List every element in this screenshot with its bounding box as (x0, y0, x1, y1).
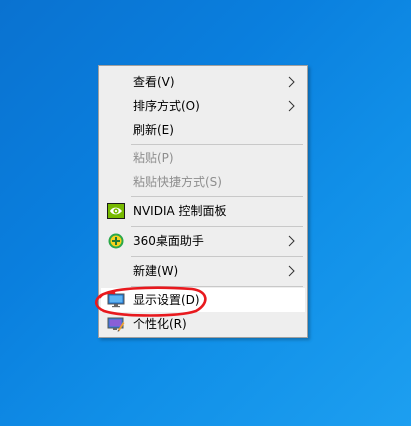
menu-item-label: 刷新(E) (133, 123, 174, 137)
chevron-right-icon (288, 235, 295, 247)
chevron-right-icon (288, 265, 295, 277)
nvidia-icon (107, 203, 125, 219)
360-desktop-assistant-icon (108, 233, 124, 249)
menu-item-label: 排序方式(O) (133, 99, 200, 113)
menu-item-sort-by[interactable]: 排序方式(O) (101, 94, 305, 118)
menu-item-label: 个性化(R) (133, 317, 187, 331)
menu-separator (131, 286, 303, 287)
menu-item-personalize[interactable]: 个性化(R) (101, 312, 305, 336)
personalize-icon (107, 317, 125, 332)
menu-item-nvidia-control-panel[interactable]: NVIDIA 控制面板 (101, 199, 305, 223)
menu-item-label: 360桌面助手 (133, 234, 204, 248)
menu-item-paste: 粘贴(P) (101, 146, 305, 170)
chevron-right-icon (288, 100, 295, 112)
menu-item-label: 查看(V) (133, 75, 175, 89)
display-settings-icon (107, 293, 125, 308)
desktop-background[interactable]: 查看(V) 排序方式(O) 刷新(E) 粘贴(P) 粘贴快捷方式(S) NVID… (0, 0, 411, 426)
menu-item-refresh[interactable]: 刷新(E) (101, 118, 305, 142)
chevron-right-icon (288, 76, 295, 88)
menu-item-label: NVIDIA 控制面板 (133, 204, 227, 218)
menu-item-paste-shortcut: 粘贴快捷方式(S) (101, 170, 305, 194)
menu-item-label: 粘贴(P) (133, 151, 174, 165)
menu-item-label: 显示设置(D) (133, 293, 200, 307)
menu-item-label: 粘贴快捷方式(S) (133, 175, 222, 189)
menu-item-display-settings[interactable]: 显示设置(D) (101, 288, 305, 312)
menu-item-new[interactable]: 新建(W) (101, 259, 305, 283)
menu-separator (131, 256, 303, 257)
menu-item-360-desktop-assistant[interactable]: 360桌面助手 (101, 229, 305, 253)
menu-separator (131, 196, 303, 197)
menu-item-view[interactable]: 查看(V) (101, 70, 305, 94)
menu-separator (131, 226, 303, 227)
menu-separator (131, 144, 303, 145)
menu-item-label: 新建(W) (133, 264, 179, 278)
desktop-context-menu: 查看(V) 排序方式(O) 刷新(E) 粘贴(P) 粘贴快捷方式(S) NVID… (98, 65, 308, 338)
